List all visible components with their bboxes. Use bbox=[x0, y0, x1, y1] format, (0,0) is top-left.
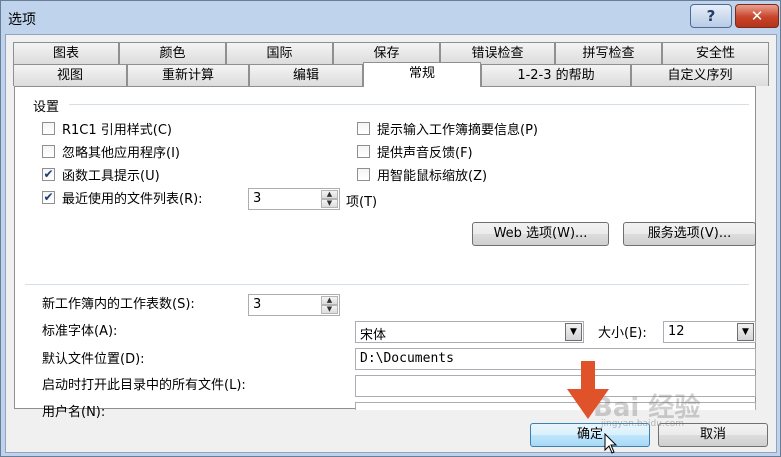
ignore-apps-label: 忽略其他应用程序(I) bbox=[62, 146, 180, 161]
spin-arrows: ▲ ▼ bbox=[321, 190, 338, 208]
tab-chart[interactable]: 图表 bbox=[13, 42, 119, 64]
function-tips-label: 函数工具提示(U) bbox=[62, 169, 160, 184]
sound-feedback-checkbox[interactable] bbox=[357, 145, 370, 158]
tab-color[interactable]: 颜色 bbox=[119, 42, 226, 64]
chevron-down-icon[interactable]: ▼ bbox=[565, 323, 582, 341]
recent-files-count-stepper[interactable]: 3 ▲ ▼ bbox=[248, 188, 340, 210]
tab-calculation[interactable]: 重新计算 bbox=[127, 64, 249, 86]
settings-group-label: 设置 bbox=[33, 100, 60, 115]
recent-files-label: 最近使用的文件列表(R): bbox=[62, 192, 203, 207]
recent-files-count-value: 3 bbox=[253, 191, 262, 206]
default-location-value: D:\Documents bbox=[360, 351, 454, 366]
font-size-label: 大小(E): bbox=[598, 326, 647, 341]
mouse-zoom-label: 用智能鼠标缩放(Z) bbox=[377, 169, 488, 184]
options-dialog: 选项 ? ✕ 图表 颜色 国际 保存 错误检查 拼写检查 安全性 视图 重新计算… bbox=[0, 0, 781, 457]
web-options-button[interactable]: Web 选项(W)... bbox=[472, 222, 609, 246]
r1c1-label: R1C1 引用样式(C) bbox=[62, 123, 173, 138]
sheets-count-value: 3 bbox=[253, 297, 262, 312]
help-button[interactable]: ? bbox=[690, 4, 732, 28]
chevron-down-icon[interactable]: ▼ bbox=[737, 323, 754, 341]
tab-lotus-help[interactable]: 1-2-3 的帮助 bbox=[481, 64, 631, 86]
spin-up-icon[interactable]: ▲ bbox=[321, 190, 338, 199]
tab-security[interactable]: 安全性 bbox=[662, 42, 769, 64]
standard-font-value: 宋体 bbox=[360, 328, 387, 343]
watermark-url: jingyan.baidu.com bbox=[601, 419, 685, 429]
close-button[interactable]: ✕ bbox=[735, 4, 779, 28]
r1c1-checkbox[interactable] bbox=[42, 122, 55, 135]
tab-international[interactable]: 国际 bbox=[226, 42, 333, 64]
recent-files-checkbox[interactable]: ✔ bbox=[42, 191, 55, 204]
function-tips-checkbox[interactable]: ✔ bbox=[42, 168, 55, 181]
mouse-zoom-checkbox[interactable] bbox=[357, 168, 370, 181]
spin-arrows: ▲ ▼ bbox=[321, 296, 338, 314]
default-location-input[interactable]: D:\Documents bbox=[355, 348, 756, 370]
title-bar: 选项 ? ✕ bbox=[1, 1, 780, 35]
service-options-button[interactable]: 服务选项(V)... bbox=[623, 222, 756, 246]
tab-edit[interactable]: 编辑 bbox=[249, 64, 363, 86]
font-size-select[interactable]: 12 ▼ bbox=[663, 321, 756, 343]
mouse-cursor-icon bbox=[604, 433, 618, 454]
down-arrow-icon bbox=[567, 361, 609, 419]
tab-error-checking[interactable]: 错误检查 bbox=[440, 42, 555, 64]
general-tab-page: 设置 R1C1 引用样式(C) 忽略其他应用程序(I) ✔ 函数工具提示(U) … bbox=[14, 86, 756, 420]
ignore-apps-checkbox[interactable] bbox=[42, 145, 55, 158]
spin-down-icon[interactable]: ▼ bbox=[321, 199, 338, 208]
group-divider bbox=[69, 104, 749, 105]
tab-save[interactable]: 保存 bbox=[333, 42, 440, 64]
sound-feedback-label: 提供声音反馈(F) bbox=[377, 146, 473, 161]
standard-font-label: 标准字体(A): bbox=[42, 324, 118, 339]
tab-custom-lists[interactable]: 自定义序列 bbox=[631, 64, 769, 86]
username-label: 用户名(N): bbox=[42, 405, 106, 420]
dialog-title: 选项 bbox=[8, 12, 36, 28]
recent-files-unit-label: 项(T) bbox=[346, 195, 378, 210]
tab-view[interactable]: 视图 bbox=[13, 64, 127, 86]
default-location-label: 默认文件位置(D): bbox=[42, 352, 145, 367]
section-divider bbox=[25, 284, 749, 285]
font-size-value: 12 bbox=[668, 324, 685, 339]
startup-folder-label: 启动时打开此目录中的所有文件(L): bbox=[42, 378, 246, 393]
prompt-summary-label: 提示输入工作簿摘要信息(P) bbox=[377, 123, 538, 138]
standard-font-select[interactable]: 宋体 ▼ bbox=[355, 321, 584, 343]
spin-down-icon[interactable]: ▼ bbox=[321, 305, 338, 314]
sheets-count-label: 新工作簿内的工作表数(S): bbox=[42, 297, 195, 312]
prompt-summary-checkbox[interactable] bbox=[357, 122, 370, 135]
tab-spelling[interactable]: 拼写检查 bbox=[555, 42, 662, 64]
sheets-count-stepper[interactable]: 3 ▲ ▼ bbox=[248, 294, 340, 316]
spin-up-icon[interactable]: ▲ bbox=[321, 296, 338, 305]
tab-general[interactable]: 常规 bbox=[363, 62, 481, 87]
